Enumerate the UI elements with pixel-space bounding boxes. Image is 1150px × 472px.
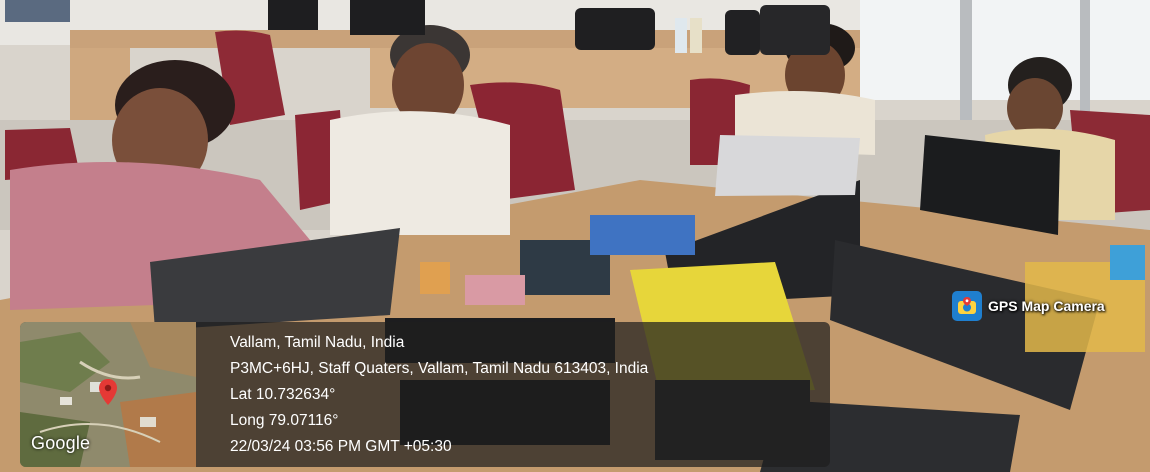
timestamp: 22/03/24 03:56 PM GMT +05:30 [230, 438, 452, 455]
gps-map-camera-label: GPS Map Camera [988, 298, 1105, 314]
longitude: Long 79.07116° [230, 412, 339, 429]
google-map-attribution: Google [31, 433, 91, 453]
location-info: Vallam, Tamil Nadu, India P3MC+6HJ, Staf… [230, 330, 825, 460]
map-thumbnail: Google [20, 322, 196, 467]
gps-map-camera-badge: GPS Map Camera [952, 290, 1105, 322]
full-address: P3MC+6HJ, Staff Quaters, Vallam, Tamil N… [230, 360, 649, 377]
map-pin-icon [99, 379, 117, 405]
latitude: Lat 10.732634° [230, 386, 336, 403]
place-name: Vallam, Tamil Nadu, India [230, 334, 405, 351]
camera-pin-icon [952, 291, 982, 321]
